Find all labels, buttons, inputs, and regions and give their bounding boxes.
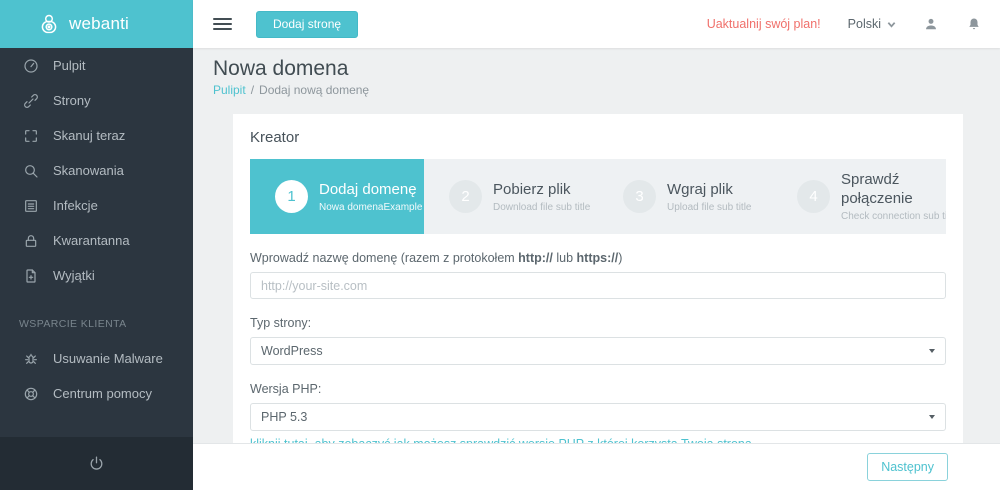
card-title: Kreator	[250, 129, 300, 146]
brand-logo[interactable]: webanti	[0, 0, 193, 48]
sidebar-item-kwarantanna[interactable]: Kwarantanna	[0, 223, 193, 258]
search-icon	[22, 162, 40, 180]
add-site-button[interactable]: Dodaj stronę	[256, 10, 359, 38]
scan-frame-icon	[22, 127, 40, 145]
bug-icon	[22, 350, 40, 368]
step-number-badge: 4	[797, 180, 830, 213]
wizard-footer: Następny	[193, 443, 1000, 490]
sidebar-item-infekcje[interactable]: Infekcje	[0, 188, 193, 223]
domain-label: Wprowadź nazwę domenę (razem z protokołe…	[250, 251, 623, 265]
padlock-icon	[41, 14, 57, 34]
step-number-badge: 1	[275, 180, 308, 213]
sidebar-item-label: Skanuj teraz	[53, 128, 126, 143]
sidebar-item-centrum-pomocy[interactable]: Centrum pomocy	[0, 376, 193, 411]
step-number-badge: 3	[623, 180, 656, 213]
sidebar-item-usuwanie-malware[interactable]: Usuwanie Malware	[0, 341, 193, 376]
list-icon	[22, 197, 40, 215]
sidebar-item-label: Skanowania	[53, 163, 124, 178]
php-version-label: Wersja PHP:	[250, 382, 322, 396]
brand-name: webanti	[69, 14, 129, 33]
php-version-value: PHP 5.3	[261, 410, 308, 424]
sidebar-item-skanowania[interactable]: Skanowania	[0, 153, 193, 188]
domain-input[interactable]	[250, 272, 946, 299]
chevron-down-icon	[887, 21, 896, 28]
sidebar-item-strony[interactable]: Strony	[0, 83, 193, 118]
page-header: Nowa domena Pulipit / Dodaj nową domenę	[193, 48, 1000, 97]
sidebar-item-skanuj-teraz[interactable]: Skanuj teraz	[0, 118, 193, 153]
app-window: webanti Pulpit Strony Skanuj teraz Skano…	[0, 0, 1000, 490]
select-arrow-icon	[929, 415, 935, 419]
step-title: Pobierz plik	[493, 180, 571, 198]
select-arrow-icon	[929, 349, 935, 353]
user-icon[interactable]	[923, 16, 939, 32]
step-download-file[interactable]: 2 Pobierz plik Download file sub title	[424, 159, 598, 234]
wizard-steps: 1 Dodaj domenę Nowa domenaExample text 2…	[250, 159, 946, 234]
step-subtitle: Nowa domenaExample text	[319, 201, 424, 213]
step-title: Dodaj domenę	[319, 180, 417, 198]
site-type-label: Typ strony:	[250, 316, 312, 330]
sidebar-item-label: Strony	[53, 93, 91, 108]
php-version-select[interactable]: PHP 5.3	[250, 403, 946, 431]
sidebar-item-label: Centrum pomocy	[53, 386, 152, 401]
logout-button[interactable]	[83, 450, 111, 478]
site-type-select[interactable]: WordPress	[250, 337, 946, 365]
site-type-value: WordPress	[261, 344, 323, 358]
power-icon	[90, 456, 103, 470]
sidebar-item-label: Infekcje	[53, 198, 98, 213]
page-title: Nowa domena	[213, 57, 349, 80]
step-add-domain[interactable]: 1 Dodaj domenę Nowa domenaExample text	[250, 159, 424, 234]
step-subtitle: Upload file sub title	[667, 201, 752, 213]
dashboard-icon	[22, 57, 40, 75]
lock-icon	[22, 232, 40, 250]
bell-icon[interactable]	[966, 16, 982, 32]
sidebar-item-label: Usuwanie Malware	[53, 351, 163, 366]
topbar-right: Uaktualnij swój plan! Polski	[707, 16, 982, 32]
sidebar-nav: Pulpit Strony Skanuj teraz Skanowania In…	[0, 48, 193, 293]
menu-toggle[interactable]	[213, 18, 232, 30]
upgrade-plan-link[interactable]: Uaktualnij swój plan!	[707, 17, 821, 31]
sidebar-section-label: WSPARCIE KLIENTA	[19, 318, 127, 330]
language-dropdown[interactable]: Polski	[848, 17, 896, 31]
sidebar-footer	[0, 437, 193, 490]
sidebar-item-pulpit[interactable]: Pulpit	[0, 48, 193, 83]
step-number-badge: 2	[449, 180, 482, 213]
step-title: Wgraj plik	[667, 180, 733, 198]
file-plus-icon	[22, 267, 40, 285]
step-subtitle: Download file sub title	[493, 201, 591, 213]
content-area: Dodaj stronę Uaktualnij swój plan! Polsk…	[193, 0, 1000, 490]
sidebar: webanti Pulpit Strony Skanuj teraz Skano…	[0, 0, 193, 490]
topbar: Dodaj stronę Uaktualnij swój plan! Polsk…	[193, 0, 1000, 48]
sidebar-item-label: Wyjątki	[53, 268, 95, 283]
sidebar-support-nav: Usuwanie Malware Centrum pomocy	[0, 341, 193, 411]
wizard-card: Kreator 1 Dodaj domenę Nowa domenaExampl…	[233, 114, 963, 443]
step-title: Sprawdź połączenie	[841, 171, 913, 207]
sidebar-item-wyjatki[interactable]: Wyjątki	[0, 258, 193, 293]
step-upload-file[interactable]: 3 Wgraj plik Upload file sub title	[598, 159, 772, 234]
next-button[interactable]: Następny	[867, 453, 948, 481]
sidebar-item-label: Pulpit	[53, 58, 86, 73]
link-icon	[22, 92, 40, 110]
main-panel: Kreator 1 Dodaj domenę Nowa domenaExampl…	[193, 95, 1000, 443]
lifebuoy-icon	[22, 385, 40, 403]
step-subtitle: Check connection sub title	[841, 211, 946, 222]
sidebar-item-label: Kwarantanna	[53, 233, 130, 248]
language-label: Polski	[847, 17, 881, 31]
step-check-connection[interactable]: 4 Sprawdź połączenie Check connection su…	[772, 159, 946, 234]
